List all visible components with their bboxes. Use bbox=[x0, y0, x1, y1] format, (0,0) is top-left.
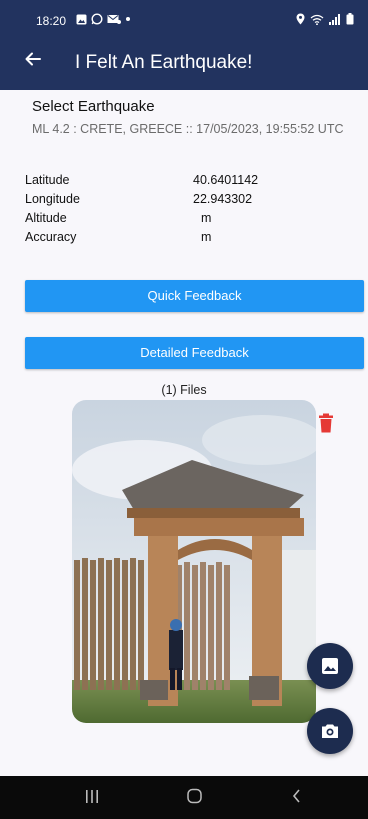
photo-image bbox=[72, 400, 316, 723]
longitude-value: 22.943302 bbox=[193, 192, 253, 206]
home-button[interactable] bbox=[186, 787, 204, 810]
status-time: 18:20 bbox=[36, 14, 67, 28]
accuracy-value: m bbox=[201, 230, 212, 244]
latitude-value: 40.6401142 bbox=[193, 173, 259, 187]
recents-icon bbox=[86, 790, 98, 803]
camera-fab[interactable] bbox=[307, 708, 353, 754]
page-title: I Felt An Earthquake! bbox=[75, 52, 253, 73]
app-bar: I Felt An Earthquake! bbox=[0, 38, 368, 90]
gallery-notification-icon bbox=[76, 14, 87, 24]
dot-icon bbox=[126, 17, 130, 21]
latitude-label: Latitude bbox=[25, 173, 70, 187]
camera-icon bbox=[322, 724, 338, 738]
altitude-value: m bbox=[201, 211, 212, 225]
back-button[interactable] bbox=[24, 50, 42, 74]
longitude-label: Longitude bbox=[25, 192, 80, 206]
files-count: (1) Files bbox=[161, 383, 207, 397]
select-earthquake-heading[interactable]: Select Earthquake bbox=[32, 98, 155, 115]
arrow-left-icon bbox=[25, 52, 41, 66]
system-icons bbox=[296, 13, 354, 25]
battery-icon bbox=[346, 13, 354, 25]
delete-photo-button[interactable] bbox=[318, 413, 334, 438]
system-nav-bar bbox=[0, 776, 368, 819]
wifi-icon bbox=[310, 14, 324, 25]
back-nav-button[interactable] bbox=[290, 787, 304, 810]
status-bar: 18:20 bbox=[0, 0, 368, 38]
attached-photo[interactable] bbox=[72, 400, 316, 723]
quick-feedback-button[interactable]: Quick Feedback bbox=[25, 280, 364, 312]
trash-icon bbox=[319, 413, 333, 433]
chevron-left-icon bbox=[292, 789, 300, 803]
recents-button[interactable] bbox=[84, 787, 100, 810]
signal-icon bbox=[329, 13, 340, 25]
gallery-fab[interactable] bbox=[307, 643, 353, 689]
earthquake-description: ML 4.2 : CRETE, GREECE :: 17/05/2023, 19… bbox=[32, 122, 344, 136]
image-icon bbox=[322, 658, 338, 674]
altitude-label: Altitude bbox=[25, 211, 67, 225]
detailed-feedback-button[interactable]: Detailed Feedback bbox=[25, 337, 364, 369]
location-icon bbox=[296, 13, 305, 25]
mail-notification-icon bbox=[107, 14, 121, 24]
whatsapp-icon bbox=[91, 13, 103, 25]
main-content: Select Earthquake ML 4.2 : CRETE, GREECE… bbox=[0, 90, 368, 776]
accuracy-label: Accuracy bbox=[25, 230, 77, 244]
notification-icons bbox=[76, 13, 131, 25]
home-icon bbox=[187, 788, 202, 804]
